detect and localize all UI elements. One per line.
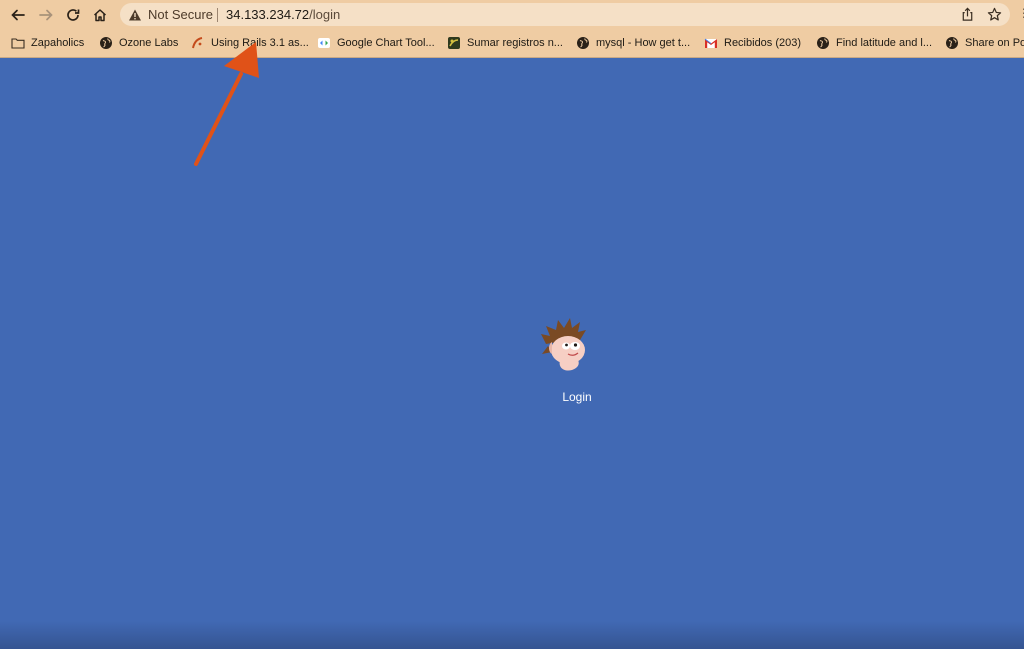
bookmark-find-latitude[interactable]: Find latitude and l... xyxy=(816,35,932,51)
warning-triangle-icon xyxy=(129,9,141,21)
back-button[interactable] xyxy=(7,4,29,26)
bookmark-recibidos[interactable]: Recibidos (203) xyxy=(704,35,801,51)
globe-icon xyxy=(816,36,830,50)
bookmark-label: Recibidos (203) xyxy=(724,37,802,49)
back-arrow-icon xyxy=(11,9,25,21)
address-divider xyxy=(217,8,218,22)
bookmarks-bar: Zapaholics Ozone Labs Using Rails 3.1 as… xyxy=(0,29,1024,58)
bookmark-star-icon[interactable] xyxy=(987,7,1002,22)
bookmark-share-on[interactable]: Share on Po xyxy=(945,35,1024,51)
bookmark-label: Share on Po xyxy=(965,37,1024,49)
globe-icon xyxy=(99,36,113,50)
url-text[interactable]: 34.133.234.72/login xyxy=(226,7,340,22)
bottom-shadow xyxy=(0,621,1024,649)
reload-icon xyxy=(67,9,80,21)
bookmark-zapaholics[interactable]: Zapaholics xyxy=(11,35,84,51)
home-icon xyxy=(93,9,107,22)
profile-icon-partial[interactable]: ⋮ xyxy=(1018,6,1024,20)
bookmark-ozone-labs[interactable]: Ozone Labs xyxy=(99,35,178,51)
site-icon xyxy=(447,36,461,50)
bookmark-mysql[interactable]: mysql - How get t... xyxy=(576,35,690,51)
forward-button[interactable] xyxy=(35,4,57,26)
page-content: Login xyxy=(0,58,1024,649)
bookmark-label: Google Chart Tool... xyxy=(337,37,435,49)
forward-arrow-icon xyxy=(39,9,53,21)
url-path: /login xyxy=(309,7,341,22)
annotation-arrow-icon xyxy=(194,42,259,166)
globe-icon xyxy=(576,36,590,50)
address-bar[interactable]: Not Secure 34.133.234.72/login xyxy=(120,3,1010,26)
gmail-icon xyxy=(704,36,718,50)
bookmark-google-chart[interactable]: Google Chart Tool... xyxy=(317,35,435,51)
google-chart-icon xyxy=(317,36,331,50)
browser-toolbar: Not Secure 34.133.234.72/login ⋮ xyxy=(0,0,1024,29)
reload-button[interactable] xyxy=(62,4,84,26)
bookmark-label: mysql - How get t... xyxy=(596,37,691,49)
share-icon[interactable] xyxy=(960,7,975,22)
bookmark-label: Zapaholics xyxy=(31,37,85,49)
bookmark-label: Ozone Labs xyxy=(119,37,179,49)
bookmark-sumar-registros[interactable]: Sumar registros n... xyxy=(447,35,563,51)
mascot-logo[interactable] xyxy=(538,314,594,376)
bookmark-label: Find latitude and l... xyxy=(836,37,933,49)
url-host: 34.133.234.72 xyxy=(226,7,310,22)
security-status[interactable]: Not Secure xyxy=(148,7,213,22)
bookmark-label: Sumar registros n... xyxy=(467,37,563,49)
browser-window: Not Secure 34.133.234.72/login ⋮ Zapahol… xyxy=(0,0,1024,649)
login-link[interactable]: Login xyxy=(553,390,601,404)
home-button[interactable] xyxy=(89,4,111,26)
globe-icon xyxy=(945,36,959,50)
folder-icon xyxy=(11,36,25,50)
